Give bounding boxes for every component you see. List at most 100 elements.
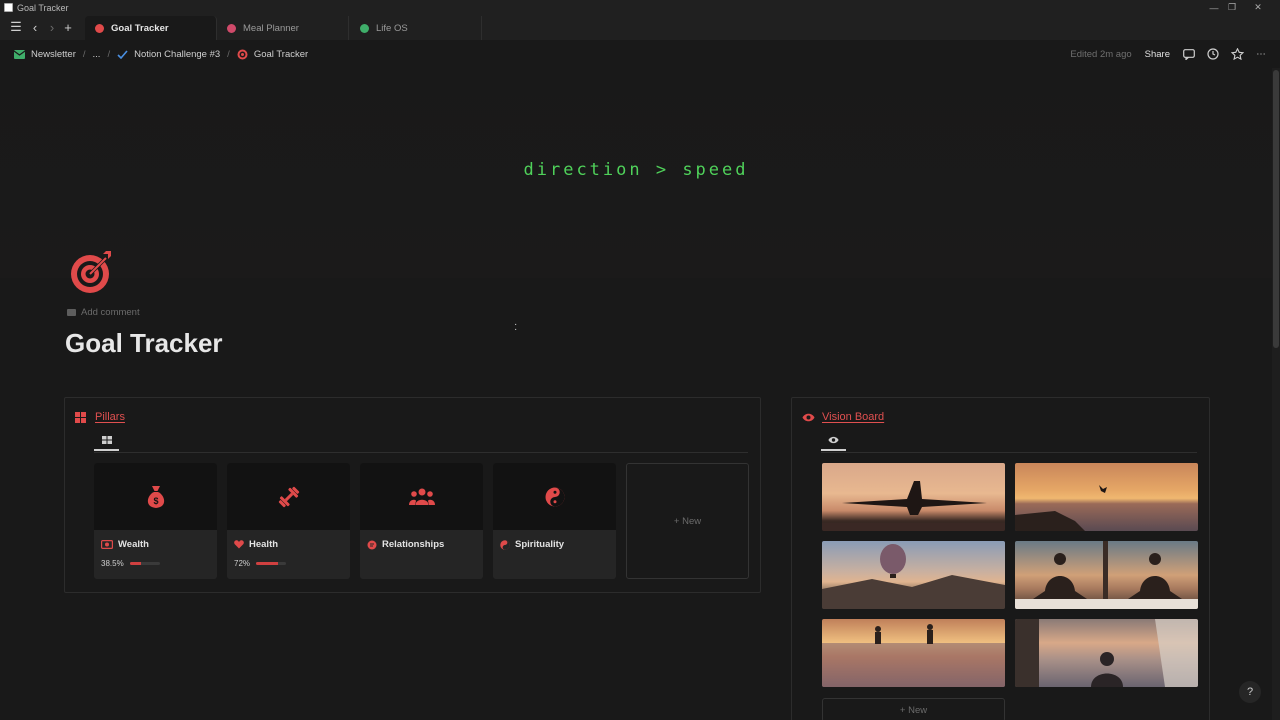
breadcrumb-ellipsis[interactable]: ...	[93, 49, 101, 60]
breadcrumb-newsletter[interactable]: Newsletter	[14, 49, 76, 60]
vision-photo-beach-house[interactable]	[1015, 619, 1198, 687]
tab-life-os[interactable]: Life OS	[350, 16, 482, 40]
restore-icon[interactable]: ❐	[1218, 0, 1246, 15]
pillar-card-relationships[interactable]: Relationships	[360, 463, 483, 579]
gallery-view-tab[interactable]	[94, 431, 119, 451]
clock-icon[interactable]	[1206, 47, 1220, 61]
cutlery-icon	[227, 23, 236, 33]
pillars-title: Pillars	[95, 411, 125, 423]
add-comment-label: Add comment	[81, 307, 140, 318]
eye-icon	[802, 413, 815, 421]
breadcrumb-separator: /	[107, 48, 111, 60]
vision-photo-airplane[interactable]	[822, 463, 1005, 531]
yin-yang-icon	[545, 487, 564, 506]
breadcrumb-label: ...	[92, 48, 101, 60]
vision-photo-surfers[interactable]	[822, 619, 1005, 687]
help-button[interactable]: ?	[1239, 681, 1261, 703]
breadcrumb-label: Goal Tracker	[253, 48, 309, 60]
check-icon	[117, 49, 128, 59]
breadcrumb-goal-tracker[interactable]: Goal Tracker	[237, 49, 308, 60]
airplane-image	[822, 481, 1005, 531]
progress: 72%	[234, 559, 350, 568]
card-name: Relationships	[382, 539, 445, 550]
target-icon	[237, 49, 248, 59]
share-button[interactable]: Share	[1145, 49, 1170, 60]
heart-icon	[234, 540, 244, 549]
page-title[interactable]: Goal Tracker	[65, 328, 223, 359]
window-title: Goal Tracker	[17, 2, 69, 13]
notion-app-icon	[4, 3, 13, 12]
divider	[821, 452, 1197, 453]
menu-icon[interactable]: ☰	[8, 19, 24, 35]
vision-photo-balloon[interactable]	[822, 541, 1005, 609]
card-cover	[493, 463, 616, 530]
card-title: Spirituality	[500, 539, 616, 550]
target-icon[interactable]	[70, 250, 114, 294]
breadcrumb-separator: /	[227, 48, 230, 60]
progress-value: 72%	[234, 559, 251, 568]
progress-value: 38.5%	[101, 559, 124, 568]
breadcrumb-notion-challenge[interactable]: Notion Challenge #3	[117, 49, 220, 60]
chat-icon	[367, 540, 377, 550]
vision-board-new-button[interactable]: + New	[822, 698, 1005, 720]
progress-bar	[129, 562, 160, 565]
people-icon	[408, 488, 435, 505]
pillars-heading[interactable]: Pillars	[75, 411, 125, 423]
pillar-card-wealth[interactable]: $ Wealth 38.5%	[94, 463, 217, 579]
vision-board-heading[interactable]: Vision Board	[802, 411, 884, 423]
add-comment-button[interactable]: Add comment	[67, 307, 140, 318]
cliff-jump-image	[1015, 485, 1107, 531]
yin-yang-icon	[500, 539, 510, 550]
card-cover	[227, 463, 350, 530]
card-name: Spirituality	[515, 539, 565, 550]
vision-board-title: Vision Board	[822, 411, 885, 423]
cover-text: direction > speed	[523, 160, 749, 180]
close-icon[interactable]: ✕	[1244, 0, 1272, 15]
card-title: Wealth	[101, 539, 217, 550]
drag-handle-icon[interactable]: · ·	[514, 320, 517, 335]
page-cover: direction > speed	[0, 68, 1272, 278]
breadcrumb-label: Newsletter	[31, 48, 76, 60]
pillar-card-spirituality[interactable]: Spirituality	[493, 463, 616, 579]
dumbbell-icon	[278, 486, 299, 507]
tab-goal-tracker[interactable]: Goal Tracker	[85, 16, 217, 40]
vision-photo-meditation[interactable]	[1015, 541, 1198, 609]
hot-air-balloon-image	[822, 544, 1005, 609]
mail-icon	[14, 49, 25, 59]
vision-photo-cliff-jump[interactable]	[1015, 463, 1198, 531]
new-label: + New	[899, 704, 928, 716]
more-options-icon[interactable]: ⋯	[1254, 47, 1268, 61]
gallery-view-icon	[101, 436, 112, 444]
money-icon	[101, 540, 113, 549]
star-icon[interactable]	[1230, 47, 1244, 61]
eye-icon	[828, 436, 839, 444]
card-title: Health	[234, 539, 350, 550]
meditation-image	[1015, 541, 1198, 609]
progress-bar	[256, 562, 287, 565]
pillars-new-button[interactable]: + New	[626, 463, 749, 579]
topbar-actions: Edited 2m ago Share ⋯	[1070, 40, 1280, 68]
tab-bar: ☰ ‹ › + Goal Tracker Meal Planner Life O…	[0, 15, 1280, 40]
gallery-view-tab[interactable]	[821, 431, 846, 451]
back-icon[interactable]: ‹	[27, 19, 43, 35]
breadcrumb-label: Notion Challenge #3	[134, 48, 221, 60]
comments-icon[interactable]	[1182, 47, 1196, 61]
tab-label: Goal Tracker	[111, 22, 169, 34]
progress-fill	[256, 562, 278, 565]
forward-icon[interactable]: ›	[44, 19, 60, 35]
surfers-image	[822, 624, 1005, 687]
tab-label: Life OS	[376, 22, 408, 34]
globe-icon	[360, 23, 369, 33]
tab-meal-planner[interactable]: Meal Planner	[217, 16, 349, 40]
pillar-card-health[interactable]: Health 72%	[227, 463, 350, 579]
card-cover	[360, 463, 483, 530]
card-name: Wealth	[118, 539, 149, 550]
edited-timestamp: Edited 2m ago	[1070, 48, 1132, 60]
new-tab-icon[interactable]: +	[60, 19, 76, 35]
new-label: + New	[673, 515, 702, 527]
tab-label: Meal Planner	[243, 22, 299, 34]
target-icon	[95, 23, 104, 33]
gallery-grid-icon	[75, 411, 86, 423]
scrollbar-thumb[interactable]	[1273, 70, 1279, 348]
card-cover: $	[94, 463, 217, 530]
